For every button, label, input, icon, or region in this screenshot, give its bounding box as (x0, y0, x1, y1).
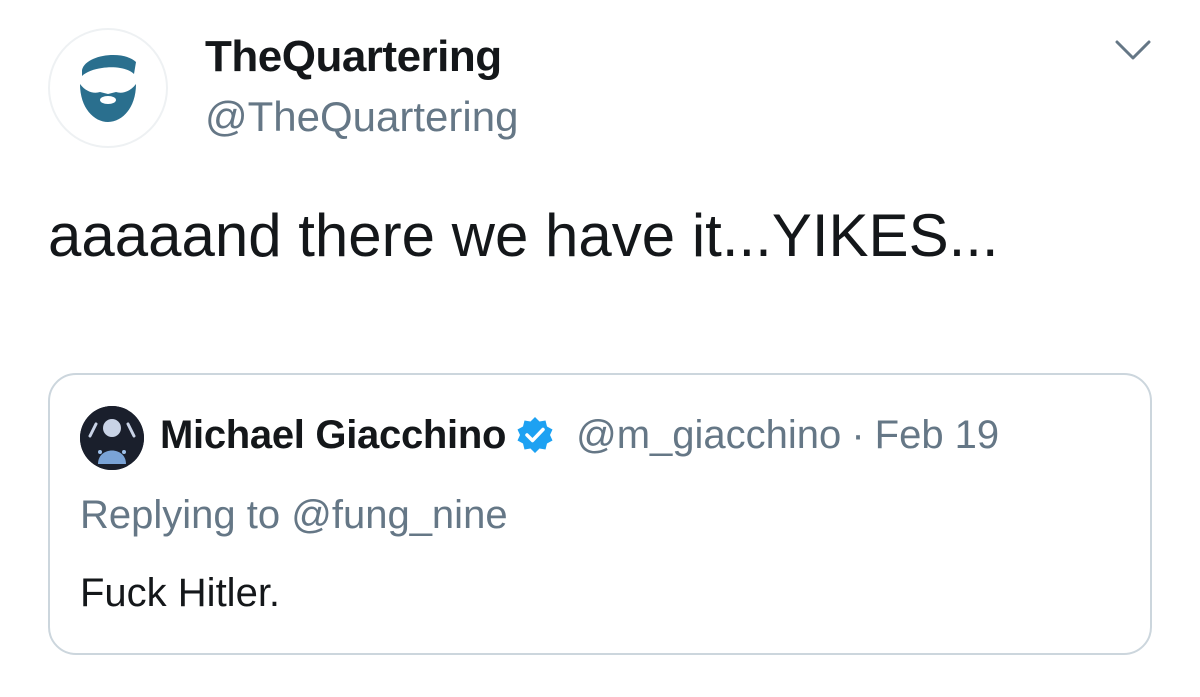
display-name[interactable]: TheQuartering (205, 32, 502, 82)
tweet-text: aaaaand there we have it...YIKES... (48, 202, 999, 269)
bearded-man-icon (80, 55, 136, 122)
user-handle[interactable]: @TheQuartering (205, 93, 518, 141)
quoted-avatar[interactable] (80, 406, 144, 470)
profile-avatar[interactable] (48, 28, 168, 148)
person-avatar-icon (80, 406, 144, 470)
tweet-card: TheQuartering @TheQuartering aaaaand the… (0, 0, 1200, 697)
replying-to[interactable]: Replying to @fung_nine (80, 493, 508, 538)
separator-dot: · (851, 413, 865, 457)
verified-badge-icon (514, 415, 556, 457)
quoted-display-name[interactable]: Michael Giacchino (160, 413, 506, 458)
quoted-handle[interactable]: @m_giacchino (576, 413, 841, 458)
tweet-menu-button[interactable] (1108, 30, 1158, 70)
quoted-date[interactable]: Feb 19 (875, 413, 1000, 458)
quoted-header: Michael Giacchino @m_giacchino · Feb 19 (160, 413, 999, 458)
quoted-tweet[interactable]: Michael Giacchino @m_giacchino · Feb 19 … (48, 373, 1152, 655)
chevron-down-icon (1115, 40, 1151, 60)
quoted-text: Fuck Hitler. (80, 571, 281, 615)
